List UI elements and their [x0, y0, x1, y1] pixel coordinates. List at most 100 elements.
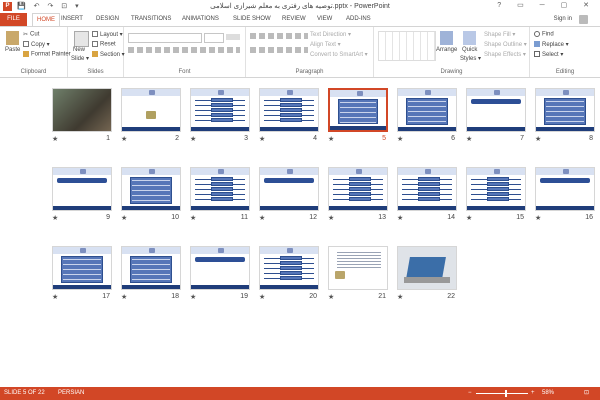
replace-button[interactable]: Replace ▾ [534, 41, 569, 48]
transition-star-icon[interactable]: ★ [466, 214, 472, 222]
language-indicator[interactable]: PERSIAN [58, 387, 84, 400]
transition-star-icon[interactable]: ★ [52, 293, 58, 301]
slide-thumbnail[interactable] [397, 246, 457, 290]
thumb-logo [494, 169, 500, 174]
text-direction-button[interactable]: Text Direction ▾ [310, 31, 351, 38]
font-size-box[interactable] [204, 33, 224, 43]
fit-slide-icon[interactable]: ⊡ [584, 387, 589, 400]
zoom-out-button[interactable]: − [468, 387, 472, 400]
quick-styles-button-line1[interactable]: Quick [462, 47, 477, 53]
slide-thumbnail[interactable] [328, 167, 388, 211]
slide-number: 19 [240, 293, 248, 300]
zoom-level[interactable]: 58% [542, 387, 554, 400]
thumb-panel [280, 271, 302, 275]
slide-thumbnail[interactable] [259, 88, 319, 132]
quick-styles-button-line2[interactable]: Styles ▾ [460, 55, 481, 62]
paste-icon[interactable] [6, 31, 19, 45]
find-button[interactable]: Find [534, 31, 554, 38]
transition-star-icon[interactable]: ★ [328, 293, 334, 301]
slide-thumbnail[interactable] [52, 246, 112, 290]
zoom-slider[interactable] [476, 393, 528, 394]
tab-home[interactable]: HOME [32, 13, 60, 26]
slide-thumbnail[interactable] [328, 246, 388, 290]
new-slide-button-line2[interactable]: Slide ▾ [71, 55, 89, 62]
slide-thumbnail[interactable] [190, 88, 250, 132]
zoom-in-button[interactable]: + [531, 387, 535, 400]
avatar[interactable] [579, 15, 588, 24]
slide-thumbnail[interactable] [397, 167, 457, 211]
list-buttons[interactable] [250, 33, 308, 39]
tab-animations[interactable]: ANIMATIONS [182, 13, 219, 26]
transition-star-icon[interactable]: ★ [52, 135, 58, 143]
slide-thumbnail[interactable] [466, 88, 526, 132]
paste-button[interactable]: Paste [5, 47, 20, 53]
transition-star-icon[interactable]: ★ [259, 214, 265, 222]
reset-icon [92, 41, 98, 47]
copy-button[interactable]: Copy ▾ [23, 41, 50, 48]
tab-design[interactable]: DESIGN [96, 13, 119, 26]
select-button[interactable]: Select ▾ [534, 51, 563, 58]
transition-star-icon[interactable]: ★ [535, 135, 541, 143]
transition-star-icon[interactable]: ★ [259, 293, 265, 301]
reset-button[interactable]: Reset [92, 41, 116, 48]
slide-thumbnail[interactable] [52, 167, 112, 211]
window-controls[interactable]: ? ▭ ─ ▢ ✕ [497, 1, 596, 9]
slide-thumbnail[interactable] [121, 167, 181, 211]
slide-thumbnail[interactable] [190, 246, 250, 290]
font-format-buttons[interactable] [128, 47, 240, 53]
slide-thumbnail[interactable] [535, 88, 595, 132]
shape-effects-button[interactable]: Shape Effects ▾ [484, 51, 526, 58]
new-slide-icon[interactable] [74, 31, 89, 47]
format-painter-button[interactable]: Format Painter [23, 51, 71, 58]
slide-thumbnail[interactable] [121, 88, 181, 132]
transition-star-icon[interactable]: ★ [121, 293, 127, 301]
slide-thumbnail[interactable] [259, 246, 319, 290]
transition-star-icon[interactable]: ★ [397, 293, 403, 301]
align-text-button[interactable]: Align Text ▾ [310, 41, 341, 48]
cut-button[interactable]: ✂ Cut [23, 31, 39, 38]
slide-thumbnail[interactable] [397, 88, 457, 132]
transition-star-icon[interactable]: ★ [121, 135, 127, 143]
shapes-gallery[interactable] [378, 31, 436, 61]
tab-view[interactable]: VIEW [317, 13, 332, 26]
align-buttons[interactable] [250, 47, 308, 53]
slide-thumbnail[interactable] [52, 88, 112, 132]
slide-thumbnail[interactable] [259, 167, 319, 211]
new-slide-button-line1[interactable]: New [73, 47, 85, 53]
tab-add-ins[interactable]: ADD-INS [346, 13, 371, 26]
convert-smartart-button[interactable]: Convert to SmartArt ▾ [310, 51, 368, 58]
slide-thumbnail[interactable] [121, 246, 181, 290]
tab-slide-show[interactable]: SLIDE SHOW [233, 13, 271, 26]
transition-star-icon[interactable]: ★ [397, 214, 403, 222]
arrange-button[interactable]: Arrange [436, 47, 457, 53]
transition-star-icon[interactable]: ★ [190, 293, 196, 301]
transition-star-icon[interactable]: ★ [535, 214, 541, 222]
layout-button[interactable]: Layout ▾ [92, 31, 123, 38]
transition-star-icon[interactable]: ★ [190, 135, 196, 143]
transition-star-icon[interactable]: ★ [466, 135, 472, 143]
transition-star-icon[interactable]: ★ [52, 214, 58, 222]
transition-star-icon[interactable]: ★ [259, 135, 265, 143]
transition-star-icon[interactable]: ★ [121, 214, 127, 222]
font-name-box[interactable] [128, 33, 202, 43]
tab-review[interactable]: REVIEW [282, 13, 306, 26]
tab-transitions[interactable]: TRANSITIONS [131, 13, 171, 26]
quick-styles-icon[interactable] [463, 31, 476, 45]
transition-star-icon[interactable]: ★ [328, 214, 334, 222]
sign-in-link[interactable]: Sign in [554, 13, 572, 26]
transition-star-icon[interactable]: ★ [397, 135, 403, 143]
grow-font-icon[interactable] [226, 34, 240, 40]
slide-thumbnail[interactable] [328, 88, 388, 132]
tab-insert[interactable]: INSERT [61, 13, 83, 26]
shape-fill-button[interactable]: Shape Fill ▾ [484, 31, 515, 38]
transition-star-icon[interactable]: ★ [328, 135, 334, 143]
transition-star-icon[interactable]: ★ [190, 214, 196, 222]
arrange-icon[interactable] [440, 31, 453, 45]
slide-thumbnail[interactable] [535, 167, 595, 211]
tab-file[interactable]: FILE [0, 13, 27, 26]
zoom-slider-knob[interactable] [505, 390, 508, 397]
section-button[interactable]: Section ▾ [92, 51, 125, 58]
slide-thumbnail[interactable] [190, 167, 250, 211]
slide-thumbnail[interactable] [466, 167, 526, 211]
shape-outline-button[interactable]: Shape Outline ▾ [484, 41, 527, 48]
